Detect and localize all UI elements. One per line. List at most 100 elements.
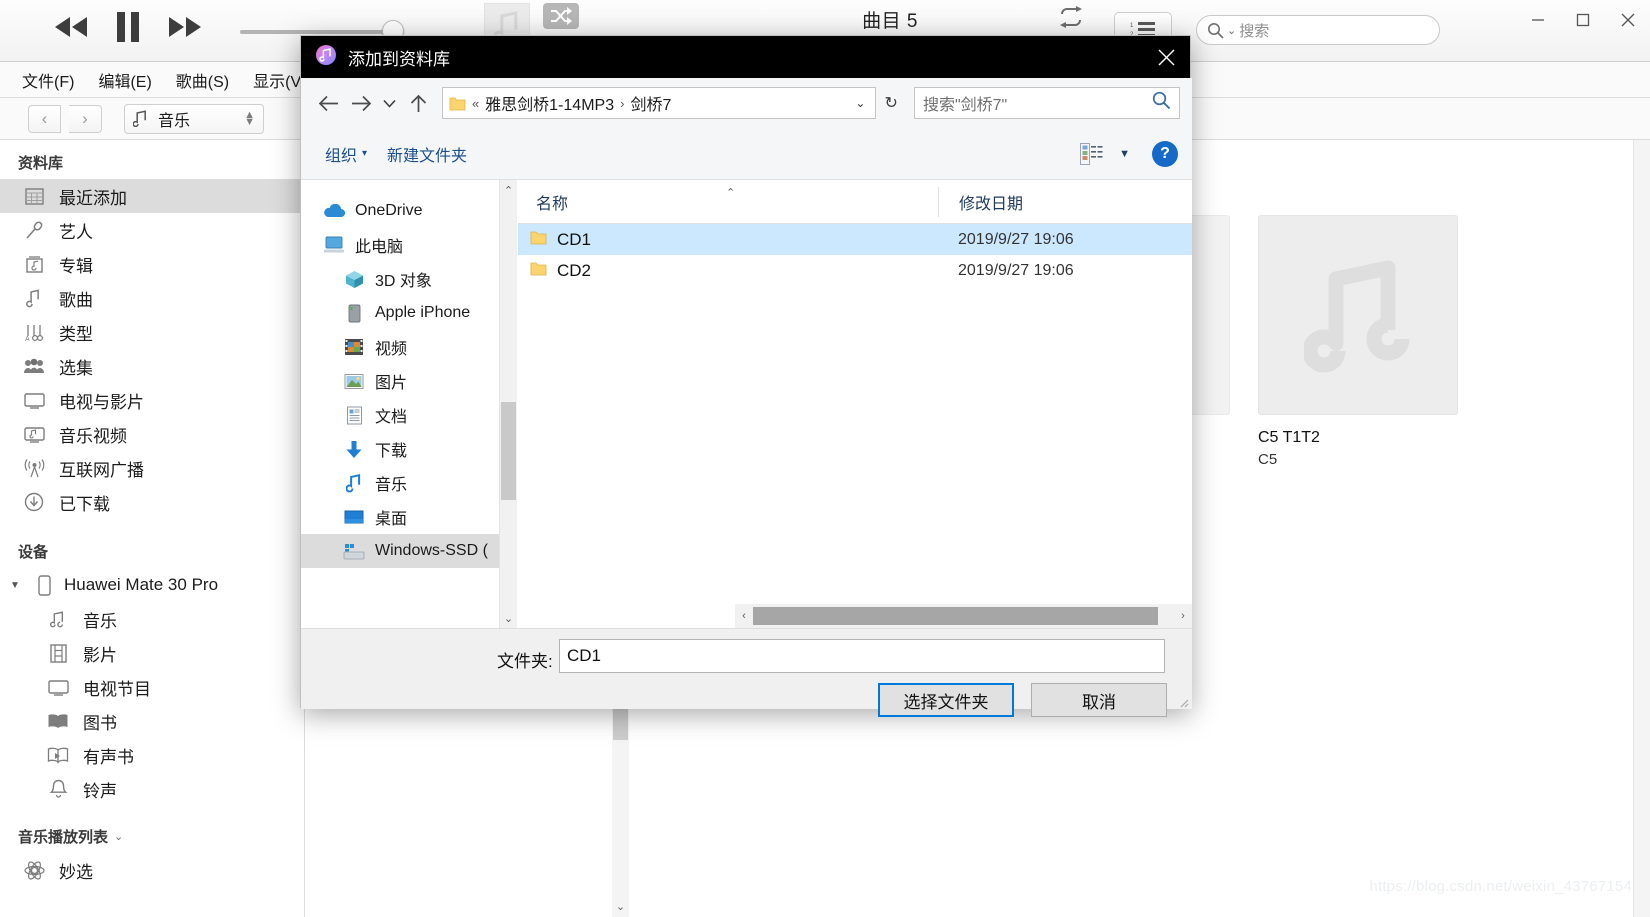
sidebar-item-genius[interactable]: 妙选 (0, 853, 304, 887)
menu-edit[interactable]: 编辑(E) (88, 63, 161, 97)
sidebar-header-library: 资料库 (18, 155, 64, 172)
sidebar-item-device[interactable]: ▼ Huawei Mate 30 Pro (0, 568, 304, 602)
sidebar-item-device-books[interactable]: 图书 (0, 704, 304, 738)
folder-name-input[interactable]: CD1 (559, 639, 1165, 673)
album-tile-partial[interactable] (1190, 215, 1230, 415)
organize-button[interactable]: 组织 ▾ (315, 136, 377, 172)
repeat-button[interactable] (1051, 4, 1091, 30)
sidebar-item-albums[interactable]: 专辑 (0, 247, 304, 281)
sidebar-item-genres[interactable]: A 类型 (0, 315, 304, 349)
pause-icon[interactable] (114, 10, 142, 44)
dialog-search-placeholder: 搜索"剑桥7" (922, 97, 1008, 114)
tv-icon (46, 679, 70, 696)
album-title: C5 T1T2 (1258, 429, 1320, 446)
scroll-down-icon[interactable]: ⌄ (500, 608, 517, 628)
nav-item-music[interactable]: 音乐 (301, 466, 499, 500)
itunes-search-input[interactable]: ⌄ 搜索 (1196, 15, 1440, 45)
rewind-icon[interactable] (50, 15, 92, 39)
scroll-up-icon[interactable]: ⌃ (500, 180, 517, 200)
view-options-chevron-down-icon[interactable]: ▼ (1111, 144, 1138, 164)
album-tile[interactable]: C5 T1T2 C5 (1258, 215, 1458, 468)
folder-icon (530, 230, 547, 250)
address-dropdown-chevron-icon[interactable]: ⌄ (851, 96, 869, 110)
sort-ascending-icon: ⌃ (726, 187, 736, 199)
scroll-left-icon[interactable]: ‹ (735, 604, 753, 628)
sidebar-item-artists[interactable]: 艺人 (0, 213, 304, 247)
refresh-icon[interactable]: ↻ (878, 87, 904, 119)
forward-arrow-icon[interactable] (346, 86, 377, 120)
sidebar-header-playlists[interactable]: 音乐播放列表 ⌄ (0, 806, 304, 853)
column-header-date[interactable]: 修改日期 (938, 186, 1023, 217)
sidebar-scroll-down-icon[interactable]: ⌄ (612, 895, 629, 917)
note-icon (46, 610, 70, 629)
nav-item-downloads[interactable]: 下载 (301, 432, 499, 466)
shuffle-button[interactable] (543, 3, 579, 29)
search-icon[interactable] (1152, 91, 1171, 115)
table-row[interactable]: CD1 2019/9/27 19:06 (518, 224, 1192, 255)
nav-item-videos[interactable]: 视频 (301, 330, 499, 364)
resize-grip-icon[interactable] (1177, 695, 1189, 708)
nav-item-desktop[interactable]: 桌面 (301, 500, 499, 534)
nav-item-this-pc[interactable]: 此电脑 (301, 228, 499, 262)
nav-item-3d-objects[interactable]: 3D 对象 (301, 262, 499, 296)
chevron-down-icon[interactable]: ▼ (10, 580, 24, 591)
sidebar-item-label: 妙选 (59, 862, 93, 882)
select-folder-button[interactable]: 选择文件夹 (878, 683, 1014, 717)
dialog-search-input[interactable]: 搜索"剑桥7" (913, 87, 1181, 119)
chevron-down-icon[interactable]: ⌄ (114, 830, 123, 843)
breadcrumb-item-1[interactable]: 雅思剑桥1-14MP3 (485, 91, 614, 115)
note-icon (22, 288, 46, 308)
scroll-right-icon[interactable]: › (1174, 604, 1192, 628)
menu-songs[interactable]: 歌曲(S) (166, 63, 239, 97)
fast-forward-icon[interactable] (164, 15, 206, 39)
sidebar-item-songs[interactable]: 歌曲 (0, 281, 304, 315)
address-path-box[interactable]: « 雅思剑桥1-14MP3 › 剑桥7 ⌄ (441, 87, 877, 119)
sidebar-item-device-ringtones[interactable]: 铃声 (0, 772, 304, 806)
sidebar-item-device-movies[interactable]: 影片 (0, 636, 304, 670)
nav-item-onedrive[interactable]: OneDrive (301, 194, 499, 228)
folder-name-value: CD1 (567, 646, 602, 665)
nav-item-documents[interactable]: 文档 (301, 398, 499, 432)
cancel-button[interactable]: 取消 (1031, 683, 1167, 717)
nav-forward-button[interactable]: › (69, 104, 102, 133)
recent-locations-chevron-down-icon[interactable] (379, 86, 401, 120)
horizontal-scrollbar-thumb[interactable] (753, 607, 1158, 625)
sidebar-item-recently-added[interactable]: 最近添加 (0, 179, 304, 213)
nav-item-pictures[interactable]: 图片 (301, 364, 499, 398)
file-list-horizontal-scrollbar[interactable]: ‹ › (735, 604, 1192, 628)
sidebar-item-compilations[interactable]: 选集 (0, 349, 304, 383)
nav-back-button[interactable]: ‹ (28, 104, 61, 133)
dialog-close-button[interactable] (1142, 36, 1190, 78)
sidebar-item-internet-radio[interactable]: 互联网广播 (0, 451, 304, 485)
library-picker[interactable]: 音乐 ▲ ▼ (124, 103, 264, 134)
close-button[interactable] (1605, 0, 1650, 40)
help-button[interactable]: ? (1152, 140, 1178, 167)
back-arrow-icon[interactable] (313, 86, 344, 120)
breadcrumb-item-2[interactable]: 剑桥7 (630, 91, 671, 115)
library-picker-spinner-icon[interactable]: ▲ ▼ (244, 109, 255, 127)
sidebar-item-device-tvshows[interactable]: 电视节目 (0, 670, 304, 704)
content-scrollbar[interactable] (1633, 140, 1650, 917)
up-arrow-icon[interactable] (403, 86, 434, 120)
sidebar-item-device-music[interactable]: 音乐 (0, 602, 304, 636)
dialog-nav-scrollbar[interactable]: ⌃ ⌄ (500, 180, 517, 628)
sidebar-item-music-videos[interactable]: 音乐视频 (0, 417, 304, 451)
nav-item-apple-iphone[interactable]: Apple iPhone (301, 296, 499, 330)
sidebar-item-tv-and-movies[interactable]: 电视与影片 (0, 383, 304, 417)
new-folder-button[interactable]: 新建文件夹 (377, 136, 477, 172)
dialog-action-buttons: 选择文件夹 取消 (878, 683, 1192, 717)
menu-file[interactable]: 文件(F) (12, 63, 84, 97)
address-prefix: « (471, 95, 480, 111)
nav-item-windows-ssd[interactable]: Windows-SSD ( (301, 534, 499, 568)
search-scope-chevron-icon[interactable]: ⌄ (1227, 24, 1236, 37)
dialog-nav-scrollbar-thumb[interactable] (501, 402, 516, 500)
view-options-icon[interactable] (1074, 138, 1109, 170)
table-row[interactable]: CD2 2019/9/27 19:06 (518, 255, 1192, 286)
maximize-button[interactable] (1560, 0, 1605, 40)
minimize-button[interactable] (1515, 0, 1560, 40)
sidebar-item-device-audiobooks[interactable]: 有声书 (0, 738, 304, 772)
sidebar-item-label: 已下载 (59, 494, 110, 514)
sidebar-item-downloaded[interactable]: 已下载 (0, 485, 304, 519)
note-icon (133, 110, 146, 127)
grid-icon (22, 187, 46, 205)
